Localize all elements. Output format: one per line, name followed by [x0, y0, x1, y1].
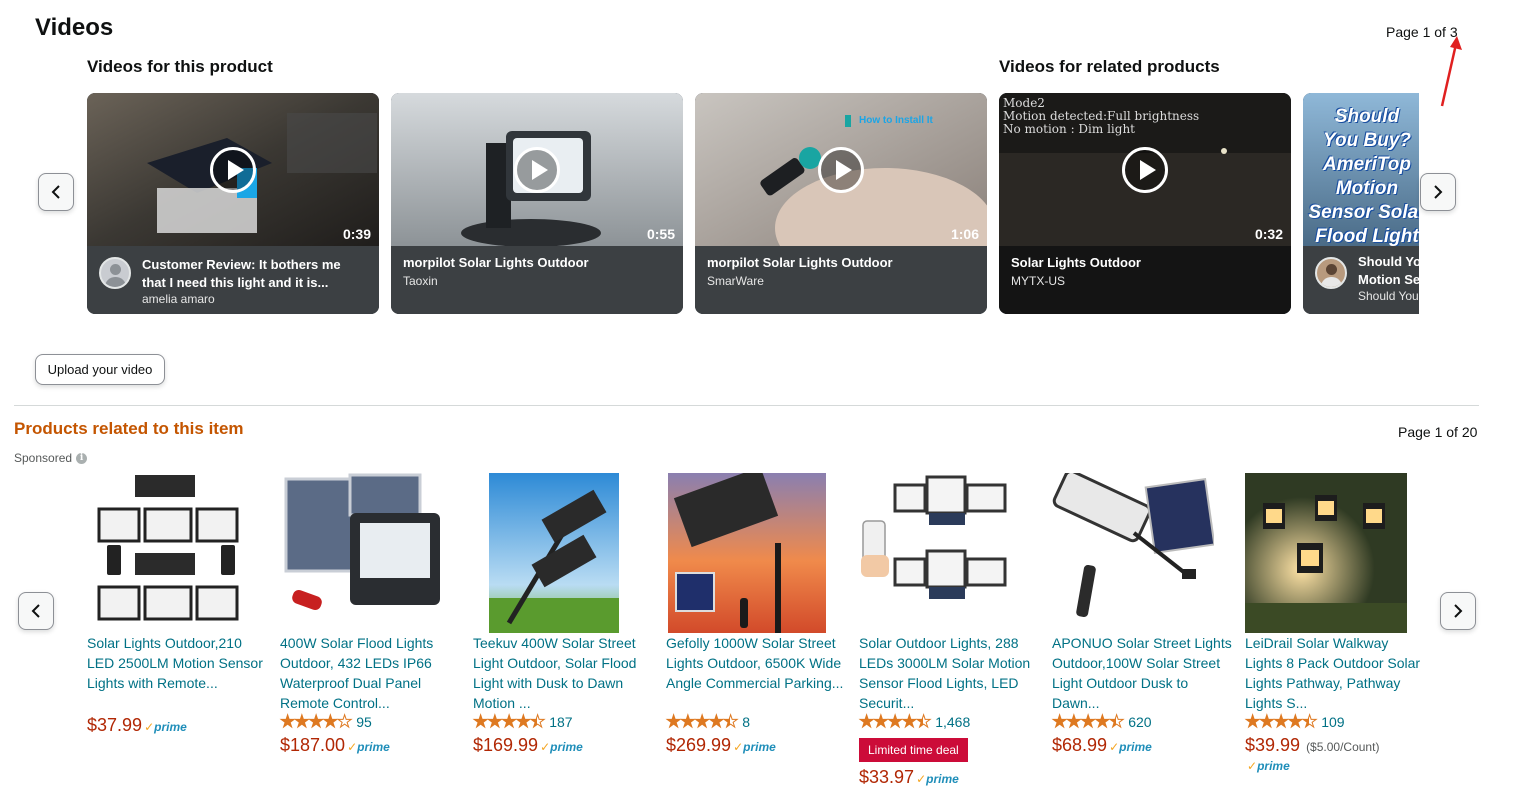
video-author: Should You — [1358, 289, 1419, 303]
product-price: $37.99 ✓prime — [87, 715, 187, 735]
video-duration: 0:55 — [646, 226, 675, 242]
product-price: $187.00 ✓prime — [280, 735, 390, 755]
product-price: $269.99 ✓prime — [666, 735, 776, 755]
product-rating[interactable]: ★★★★★★★★★★ 8 — [665, 712, 750, 732]
product-rating[interactable]: ★★★★★★★★★★ 1,468 — [858, 712, 970, 732]
star-rating-icon: ★★★★★★★★★★ — [279, 712, 352, 732]
video-overlay-text: Mode2 Motion detected:Full brightness No… — [1003, 96, 1200, 136]
product-price: $33.97 ✓prime — [859, 767, 959, 787]
products-next-button[interactable] — [1440, 592, 1476, 630]
chevron-left-icon — [31, 604, 40, 618]
prime-badge: ✓prime — [1109, 740, 1152, 754]
product-rating[interactable]: ★★★★★★★★★★ 95 — [279, 712, 371, 732]
product-image[interactable] — [280, 473, 442, 633]
info-icon[interactable]: i — [76, 452, 88, 464]
product-title-link[interactable]: Teekuv 400W Solar Street Light Outdoor, … — [473, 633, 653, 713]
avatar — [1315, 257, 1347, 289]
video-info: Customer Review: It bothers me that I nee… — [87, 246, 379, 314]
product-image[interactable] — [95, 473, 241, 633]
product-title-link[interactable]: APONUO Solar Street Lights Outdoor,100W … — [1052, 633, 1232, 713]
star-rating-icon: ★★★★★★★★★★ — [665, 712, 738, 732]
video-card[interactable]: 0:39 Customer Review: It bothers me that … — [87, 93, 379, 314]
product-price: $169.99 ✓prime — [473, 735, 583, 755]
chevron-right-icon — [1434, 185, 1443, 199]
videos-heading: Videos — [35, 14, 114, 41]
chevron-right-icon — [1454, 604, 1463, 618]
star-rating-icon: ★★★★★★★★★★ — [472, 712, 545, 732]
product-rating[interactable]: ★★★★★★★★★★ 187 — [472, 712, 572, 732]
video-card[interactable]: Should You Buy? AmeriTop Motion Sensor S… — [1303, 93, 1419, 314]
prime-badge: ✓prime — [916, 772, 959, 786]
prime-badge: ✓prime — [347, 740, 390, 754]
upload-video-button[interactable]: Upload your video — [35, 354, 165, 385]
product-title-link[interactable]: 400W Solar Flood Lights Outdoor, 432 LED… — [280, 633, 460, 713]
video-card[interactable]: 0:55 morpilot Solar Lights Outdoor Taoxi… — [391, 93, 683, 314]
product-rating[interactable]: ★★★★★★★★★★ 109 — [1244, 712, 1344, 732]
prime-badge: ✓prime — [733, 740, 776, 754]
prime-badge: ✓prime — [540, 740, 583, 754]
avatar — [99, 257, 131, 289]
product-price: $39.99 ($5.00/Count) — [1245, 735, 1380, 755]
videos-next-button[interactable] — [1420, 173, 1456, 211]
play-icon[interactable] — [210, 147, 256, 193]
products-prev-button[interactable] — [18, 592, 54, 630]
video-duration: 0:32 — [1254, 226, 1283, 242]
video-title[interactable]: morpilot Solar Lights Outdoor — [403, 254, 589, 272]
video-overlay-text: How to Install It — [859, 115, 933, 126]
related-products-heading: Products related to this item — [14, 419, 244, 438]
play-icon[interactable] — [1122, 147, 1168, 193]
video-title[interactable]: Solar Lights Outdoor — [1011, 254, 1141, 272]
unit-price: ($5.00/Count) — [1306, 740, 1380, 754]
video-author: amelia amaro — [142, 292, 215, 306]
video-title[interactable]: morpilot Solar Lights Outdoor — [707, 254, 893, 272]
video-overlay-text: Should You Buy? AmeriTop Motion Sensor S… — [1308, 106, 1419, 247]
video-title[interactable]: Should Yo Motion Se — [1358, 253, 1419, 289]
video-carousel: 0:39 Customer Review: It bothers me that … — [87, 93, 1419, 315]
star-rating-icon: ★★★★★★★★★★ — [858, 712, 931, 732]
video-author: SmarWare — [707, 274, 764, 288]
video-duration: 0:39 — [342, 226, 371, 242]
video-title[interactable]: Customer Review: It bothers me that I nee… — [142, 256, 341, 292]
video-card[interactable]: Mode2 Motion detected:Full brightness No… — [999, 93, 1291, 314]
video-info: morpilot Solar Lights Outdoor SmarWare — [695, 246, 987, 314]
section-divider — [14, 405, 1479, 406]
video-duration: 1:06 — [950, 226, 979, 242]
product-title-link[interactable]: Solar Lights Outdoor,210 LED 2500LM Moti… — [87, 633, 267, 693]
star-rating-icon: ★★★★★★★★★★ — [1244, 712, 1317, 732]
product-rating[interactable]: ★★★★★★★★★★ 620 — [1051, 712, 1151, 732]
product-image[interactable] — [1245, 473, 1407, 633]
play-icon[interactable] — [818, 147, 864, 193]
product-title-link[interactable]: LeiDrail Solar Walkway Lights 8 Pack Out… — [1245, 633, 1425, 713]
video-author: MYTX-US — [1011, 274, 1065, 288]
red-arrow-annotation — [1440, 36, 1462, 107]
product-image[interactable] — [859, 473, 1011, 633]
video-info: Should Yo Motion Se Should You — [1303, 246, 1419, 314]
videos-related-heading: Videos for related products — [999, 57, 1220, 76]
prime-badge: ✓prime — [144, 720, 187, 734]
related-page-indicator: Page 1 of 20 — [1398, 424, 1478, 440]
chevron-left-icon — [51, 185, 60, 199]
product-price: $68.99 ✓prime — [1052, 735, 1152, 755]
videos-this-product-heading: Videos for this product — [87, 57, 273, 76]
product-title-link[interactable]: Gefolly 1000W Solar Street Lights Outdoo… — [666, 633, 846, 693]
product-title-link[interactable]: Solar Outdoor Lights, 288 LEDs 3000LM So… — [859, 633, 1039, 713]
video-info: morpilot Solar Lights Outdoor Taoxin — [391, 246, 683, 314]
prime-row: ✓prime — [1245, 759, 1290, 773]
product-image[interactable] — [489, 473, 619, 633]
video-info: Solar Lights Outdoor MYTX-US — [999, 246, 1291, 314]
prime-badge: ✓prime — [1247, 759, 1290, 773]
product-image[interactable] — [668, 473, 826, 633]
video-card[interactable]: How to Install It 1:06 morpilot Solar Li… — [695, 93, 987, 314]
play-icon[interactable] — [514, 147, 560, 193]
videos-prev-button[interactable] — [38, 173, 74, 211]
product-image[interactable] — [1052, 473, 1214, 633]
limited-deal-badge: Limited time deal — [859, 738, 968, 762]
star-rating-icon: ★★★★★★★★★★ — [1051, 712, 1124, 732]
video-author: Taoxin — [403, 274, 438, 288]
sponsored-label: Sponsored i — [14, 451, 88, 465]
